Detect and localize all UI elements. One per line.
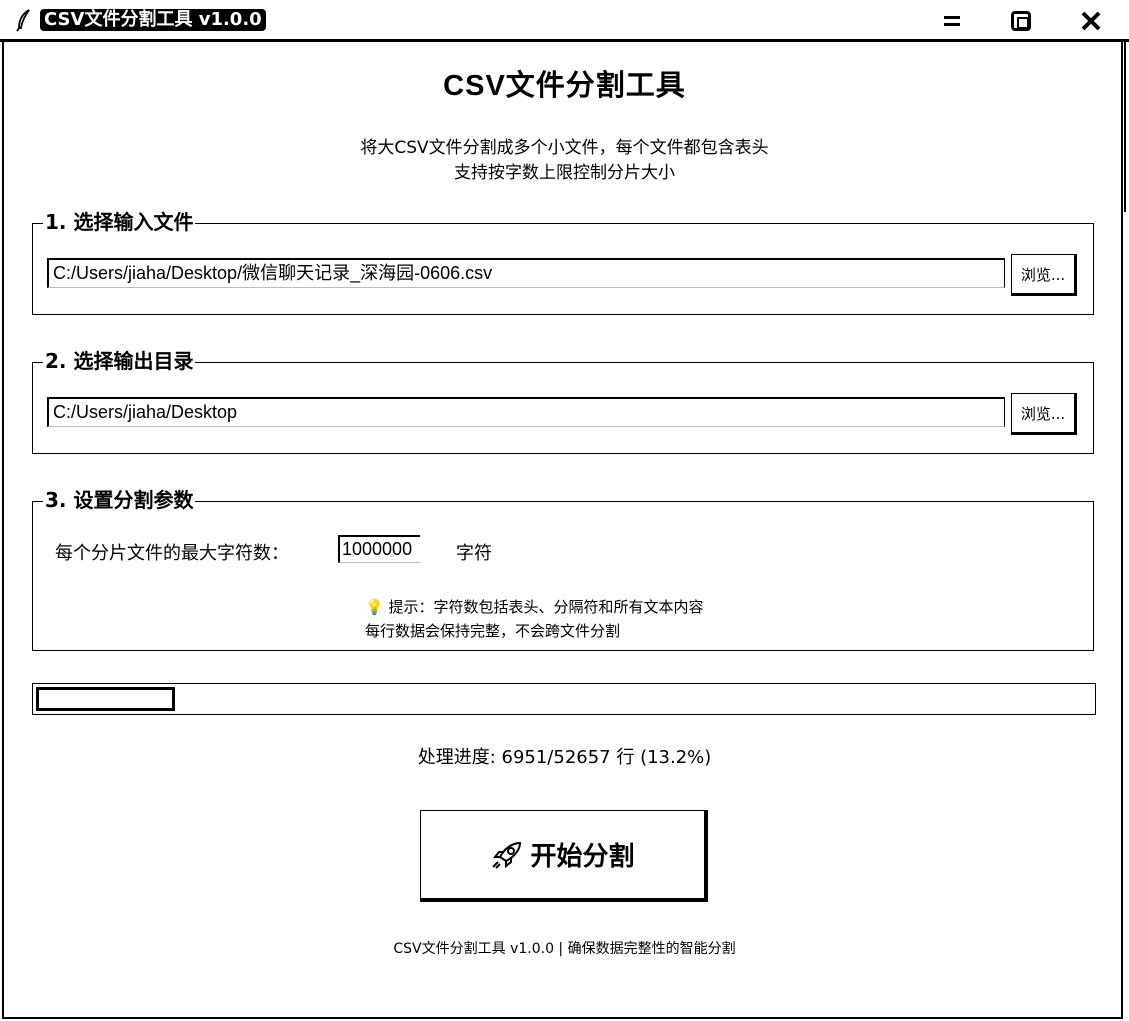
- close-button[interactable]: [1071, 6, 1111, 36]
- max-chars-label: 每个分片文件的最大字符数：: [55, 543, 289, 564]
- progress-status-text: 处理进度: 6951/52657 行 (13.2%): [417, 747, 712, 768]
- output-dir-group: 2. 选择输出目录 C:/Users/jiaha/Desktop 浏览...: [32, 348, 1094, 454]
- progress-bar-fill: [36, 687, 175, 711]
- output-browse-button[interactable]: 浏览...: [1011, 393, 1077, 435]
- maximize-icon: [1011, 11, 1031, 31]
- window-title: CSV文件分割工具 v1.0.0: [40, 9, 266, 31]
- input-file-group: 1. 选择输入文件 C:/Users/jiaha/Desktop/微信聊天记录_…: [32, 209, 1094, 315]
- split-params-group-label: 3. 设置分割参数: [43, 487, 196, 513]
- input-browse-button[interactable]: 浏览...: [1011, 254, 1077, 296]
- input-file-path-field[interactable]: C:/Users/jiaha/Desktop/微信聊天记录_深海园-0606.c…: [47, 258, 1005, 288]
- start-split-button[interactable]: 开始分割: [420, 810, 708, 902]
- progress-bar: [32, 683, 1096, 715]
- app-window: CSV文件分割工具 v1.0.0 CSV文件分割工具 将大CSV文件分割成多个小…: [0, 0, 1129, 1021]
- rocket-icon: [492, 841, 522, 869]
- close-icon: [1081, 11, 1101, 31]
- maximize-button[interactable]: [1001, 6, 1041, 36]
- description-line-1: 将大CSV文件分割成多个小文件，每个文件都包含表头: [360, 138, 769, 158]
- page-title: CSV文件分割工具: [443, 70, 686, 102]
- minimize-button[interactable]: [932, 6, 972, 36]
- minimize-icon: [944, 16, 960, 26]
- feather-icon: [16, 9, 30, 32]
- tip-text-line-1: 💡 提示：字符数包括表头、分隔符和所有文本内容: [365, 598, 704, 616]
- split-params-group: 3. 设置分割参数 每个分片文件的最大字符数： 1000000 字符 💡 提示：…: [32, 487, 1094, 651]
- title-bar[interactable]: CSV文件分割工具 v1.0.0: [0, 0, 1129, 42]
- description-line-2: 支持按字数上限控制分片大小: [454, 163, 675, 183]
- output-dir-group-label: 2. 选择输出目录: [43, 348, 196, 374]
- start-split-button-label: 开始分割: [530, 842, 635, 872]
- max-chars-input[interactable]: 1000000: [338, 535, 420, 563]
- footer-text: CSV文件分割工具 v1.0.0 | 确保数据完整性的智能分割: [393, 941, 736, 957]
- tip-text-line-2: 每行数据会保持完整，不会跨文件分割: [365, 622, 621, 640]
- input-file-group-label: 1. 选择输入文件: [43, 209, 196, 235]
- max-chars-unit: 字符: [456, 543, 492, 564]
- output-dir-path-field[interactable]: C:/Users/jiaha/Desktop: [47, 397, 1005, 427]
